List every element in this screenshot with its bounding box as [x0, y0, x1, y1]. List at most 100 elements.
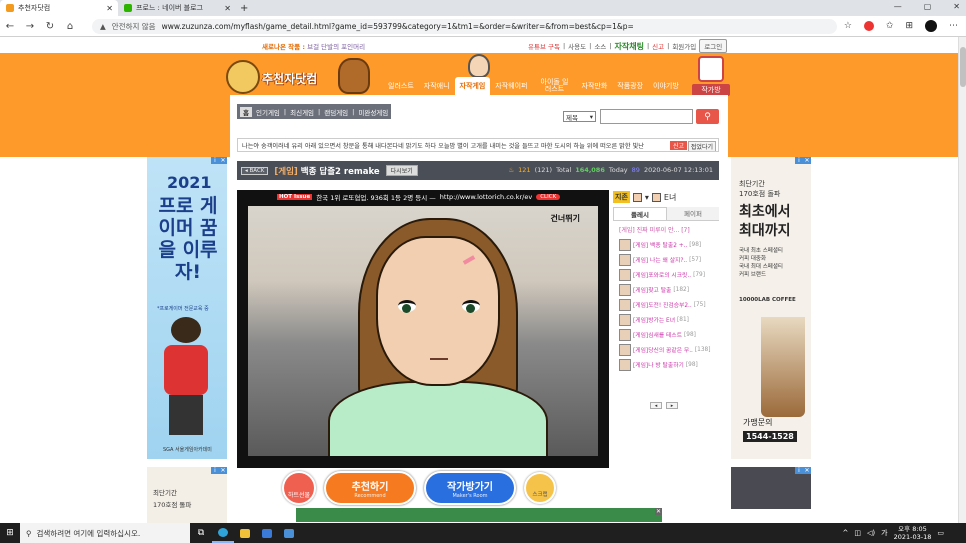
close-ad-icon[interactable]: ✕ — [803, 467, 811, 474]
notice-collapse-button[interactable]: 접었다기 — [687, 141, 716, 151]
ime-icon[interactable]: 가 — [881, 528, 887, 538]
nav-story[interactable]: 이야기방 — [648, 77, 684, 95]
subnav-latest[interactable]: 최신게임 — [290, 107, 314, 117]
search-input[interactable] — [600, 109, 693, 124]
home-icon[interactable]: ⌂ — [60, 21, 80, 32]
list-item[interactable]: [게임]찾고 탈출 [182] — [613, 282, 719, 297]
author-name[interactable]: E녀 — [664, 192, 676, 203]
ad-info-icon[interactable]: i — [211, 157, 219, 164]
back-arrow-icon[interactable]: ← — [0, 21, 20, 32]
source-link[interactable]: 소스 — [594, 41, 606, 51]
go-artist-room-button[interactable]: 작가방가기 Maker's Room — [424, 471, 516, 505]
close-ad-icon[interactable]: ✕ — [654, 508, 662, 515]
nav-game[interactable]: 자작게임 — [454, 77, 491, 95]
new-tab-button[interactable]: + — [240, 3, 248, 14]
list-item[interactable]: [게임]방가는 E녀 [81] — [613, 312, 719, 327]
file-explorer-icon[interactable] — [234, 523, 256, 543]
mail-icon[interactable] — [278, 523, 300, 543]
tab-flash[interactable]: 플레시 — [613, 207, 667, 220]
forward-arrow-icon[interactable]: → — [20, 21, 40, 32]
game-scene[interactable]: 건너뛰기 — [248, 206, 598, 456]
skip-button[interactable]: 건너뛰기 — [551, 213, 580, 224]
nav-idol[interactable]: 아이돌 일러스트 — [533, 77, 577, 95]
browser-tab-naver[interactable]: 프로느 : 네이버 블로그 ✕ — [118, 0, 236, 16]
maximize-icon[interactable]: ▢ — [924, 2, 932, 11]
new-work-promo[interactable]: 새로나온 작품 : 브걸 단발의 포인머리 — [262, 41, 365, 51]
ad-info-icon[interactable]: i — [795, 157, 803, 164]
subnav-popular[interactable]: 인기게임 — [256, 107, 280, 117]
create-chat-link[interactable]: 자작채팅 — [615, 41, 644, 52]
list-item[interactable]: [게임]당신의 꿈같은 무.. [138] — [613, 342, 719, 357]
ad-info-icon[interactable]: i — [211, 467, 219, 474]
signup-link[interactable]: 회원가입 — [672, 41, 696, 51]
minimize-icon[interactable]: — — [894, 2, 902, 11]
list-item[interactable]: [게임]포와로의 시크릿.. [79] — [613, 267, 719, 282]
collections-icon[interactable]: ⊞ — [905, 21, 913, 31]
edge-browser-icon[interactable] — [212, 523, 234, 543]
list-item[interactable]: [게임] 백종 탈출2 +.. [98] — [613, 237, 719, 252]
network-icon[interactable]: ◫ — [854, 529, 861, 537]
search-button[interactable]: ⚲ — [696, 109, 719, 124]
replay-button[interactable]: 다시보기 — [385, 165, 418, 176]
menu-dots-icon[interactable]: ⋯ — [949, 21, 958, 31]
heart-gift-button[interactable]: 하트선물 — [282, 471, 316, 505]
list-item[interactable]: [게임]심새를 테스트 [98] — [613, 327, 719, 342]
ad-click-button[interactable]: CLICK — [536, 194, 561, 200]
volume-icon[interactable]: ◁) — [867, 529, 875, 537]
reload-icon[interactable]: ↻ — [40, 21, 60, 32]
tab-paper[interactable]: 페이퍼 — [667, 207, 719, 220]
back-button[interactable]: ◂ BACK — [241, 166, 269, 175]
close-ad-icon[interactable]: ✕ — [219, 157, 227, 164]
usage-link[interactable]: 사용도 — [568, 41, 586, 51]
store-icon[interactable] — [256, 523, 278, 543]
nav-wafer[interactable]: 자작웨이퍼 — [490, 77, 532, 95]
notice-report-button[interactable]: 신고 — [669, 141, 687, 150]
taskbar-clock[interactable]: 오후 8:05 2021-03-18 — [894, 525, 932, 541]
notification-icon[interactable]: ▭ — [937, 529, 944, 537]
subnav-home[interactable]: 홈 — [240, 106, 252, 117]
close-ad-icon[interactable]: ✕ — [803, 157, 811, 164]
list-item[interactable]: [게임] 나는 왜 살지?.. [57] — [613, 252, 719, 267]
chevron-up-icon[interactable]: ^ — [843, 529, 849, 537]
task-view-icon[interactable]: ⧉ — [190, 523, 212, 543]
search-type-select[interactable]: 제목 ▾ — [563, 111, 596, 122]
taskbar-search-input[interactable]: ⚲ 검색하려면 여기에 입력하십시오. — [20, 523, 190, 543]
game-ad-line[interactable]: HOT Issue 한국 1위 로또협업. 936회 1등 2명 등시 — ht… — [277, 192, 561, 202]
nav-comic[interactable]: 자작만화 — [577, 77, 613, 95]
left-ad-banner-2[interactable]: 최단기간 170호점 돌파 — [147, 467, 227, 523]
browser-tab-zuzunza[interactable]: 추천자닷컴 ✕ — [0, 0, 118, 16]
promo-link[interactable]: 브걸 단발의 포인머리 — [307, 43, 365, 51]
favorites-icon[interactable]: ✩ — [886, 21, 894, 31]
scrap-button[interactable]: 스크랩 — [524, 472, 556, 504]
warning-icon[interactable]: ▲ — [100, 22, 106, 31]
close-tab-icon[interactable]: ✕ — [224, 4, 231, 13]
list-item[interactable]: [게임] 진짜 미루이 안... [7] — [613, 225, 719, 237]
login-button[interactable]: 로그인 — [699, 39, 728, 53]
right-ad-banner[interactable]: 최단기간 170호점 돌파 최초에서 최대까지 국내 최초 스페셜티 커피 대중… — [731, 157, 811, 459]
list-item[interactable]: [게임]도전! 진검승부2.. [75] — [613, 297, 719, 312]
left-ad-banner[interactable]: 2021 프로 게이머 꿈을 이루자! *프로게이머 전문교육 중 SGA 서울… — [147, 157, 227, 459]
profile-avatar[interactable] — [925, 20, 937, 32]
url-input[interactable]: ▲ 안전하지 않음 www.zuzunza.com/myflash/game_d… — [92, 19, 837, 34]
page-scrollbar[interactable] — [958, 37, 966, 523]
nav-plaza[interactable]: 작품광장 — [612, 77, 648, 95]
nav-illust[interactable]: 일러스트 — [383, 77, 419, 95]
recommend-button[interactable]: 추천하기 Recommend — [324, 471, 416, 505]
close-ad-icon[interactable]: ✕ — [219, 467, 227, 474]
star-icon[interactable]: ☆ — [844, 21, 852, 31]
report-link[interactable]: 신고 — [652, 41, 664, 51]
bottom-ad-banner[interactable]: ✕ — [296, 508, 662, 522]
game-frame[interactable]: HOT Issue 한국 1위 로또협업. 936회 1등 2명 등시 — ht… — [237, 190, 609, 468]
youtube-link[interactable]: 유튜브 구독 — [528, 41, 560, 51]
extension-icon[interactable] — [863, 21, 874, 31]
site-logo[interactable]: 추천자닷컴 — [226, 58, 376, 98]
pager-next-button[interactable]: ▸ — [666, 402, 678, 409]
pager-prev-button[interactable]: ◂ — [650, 402, 662, 409]
close-tab-icon[interactable]: ✕ — [106, 4, 113, 13]
list-item[interactable]: [게임]나 방 탈출하기 [98] — [613, 357, 719, 372]
subnav-incomplete[interactable]: 미완성게임 — [358, 107, 388, 117]
artist-room-button[interactable]: 작가방 — [692, 56, 730, 96]
ad-info-icon[interactable]: i — [795, 467, 803, 474]
scrollbar-thumb[interactable] — [960, 47, 966, 87]
nav-anime[interactable]: 자작애니 — [419, 77, 455, 95]
